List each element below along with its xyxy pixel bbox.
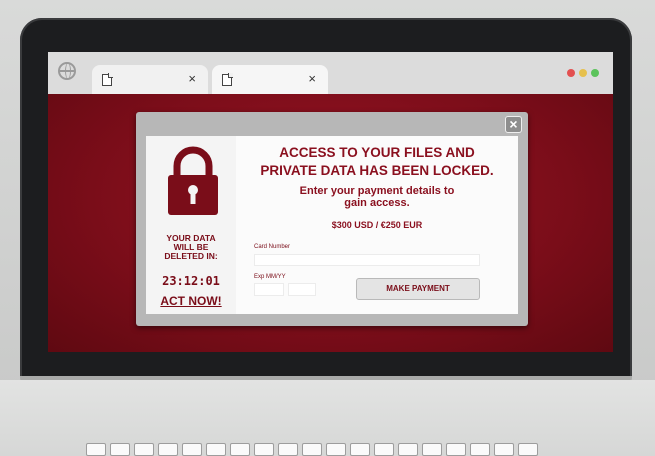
keyboard-key — [446, 443, 466, 456]
dialog-body: YOUR DATA WILL BE DELETED IN: 23:12:01 A… — [146, 136, 518, 314]
window-close-dot[interactable] — [567, 69, 575, 77]
headline-line: PRIVATE DATA HAS BEEN LOCKED. — [260, 163, 494, 178]
browser-tab-2[interactable]: × — [212, 65, 328, 94]
countdown-label-line: DELETED IN: — [164, 251, 218, 261]
make-payment-button[interactable]: MAKE PAYMENT — [356, 278, 480, 300]
lock-panel: YOUR DATA WILL BE DELETED IN: 23:12:01 A… — [146, 136, 236, 314]
dialog-headline: ACCESS TO YOUR FILES AND PRIVATE DATA HA… — [242, 144, 512, 180]
dialog-subhead: Enter your payment details to gain acces… — [242, 185, 512, 209]
keyboard-key — [494, 443, 514, 456]
keyboard-key — [350, 443, 370, 456]
keyboard-key — [86, 443, 106, 456]
keyboard-key — [182, 443, 202, 456]
window-minimize-dot[interactable] — [579, 69, 587, 77]
keyboard-key — [422, 443, 442, 456]
subhead-line: Enter your payment details to — [299, 185, 455, 197]
card-number-input[interactable] — [254, 254, 480, 266]
keyboard-key — [326, 443, 346, 456]
window-maximize-dot[interactable] — [591, 69, 599, 77]
laptop-screen: × × × YOUR DATA WILL BE DELETED IN: 23:1… — [48, 52, 613, 352]
keyboard-key — [374, 443, 394, 456]
card-number-label: Card Number — [254, 244, 291, 250]
browser-tab-1[interactable]: × — [92, 65, 208, 94]
keyboard-key — [302, 443, 322, 456]
keyboard-key — [278, 443, 298, 456]
subhead-line: gain access. — [344, 197, 410, 209]
keyboard-key — [398, 443, 418, 456]
expiry-month-input[interactable] — [254, 283, 284, 296]
document-icon — [222, 73, 233, 86]
ransom-price: $300 USD / €250 EUR — [331, 220, 423, 230]
expiry-label: Exp MM/YY — [254, 274, 286, 280]
keyboard-key — [470, 443, 490, 456]
globe-icon — [58, 62, 76, 80]
keyboard-key — [206, 443, 226, 456]
keyboard-row — [86, 443, 538, 456]
act-now-link[interactable]: ACT NOW! — [146, 294, 236, 308]
keyboard-key — [254, 443, 274, 456]
keyboard-key — [158, 443, 178, 456]
tab-close-icon[interactable]: × — [188, 71, 196, 86]
expiry-year-input[interactable] — [288, 283, 316, 296]
tab-close-icon[interactable]: × — [308, 71, 316, 86]
keyboard-key — [110, 443, 130, 456]
keyboard-key — [518, 443, 538, 456]
keyboard-key — [134, 443, 154, 456]
ransom-dialog: × YOUR DATA WILL BE DELETED IN: 23:12:01… — [136, 112, 528, 326]
keyboard-key — [230, 443, 250, 456]
countdown-label: YOUR DATA WILL BE DELETED IN: — [146, 234, 236, 261]
close-icon[interactable]: × — [505, 116, 522, 133]
headline-line: ACCESS TO YOUR FILES AND — [279, 145, 475, 160]
window-controls — [567, 69, 599, 77]
browser-chrome: × × — [48, 52, 613, 94]
padlock-icon — [168, 146, 218, 215]
countdown-timer: 23:12:01 — [162, 274, 220, 288]
document-icon — [102, 73, 113, 86]
